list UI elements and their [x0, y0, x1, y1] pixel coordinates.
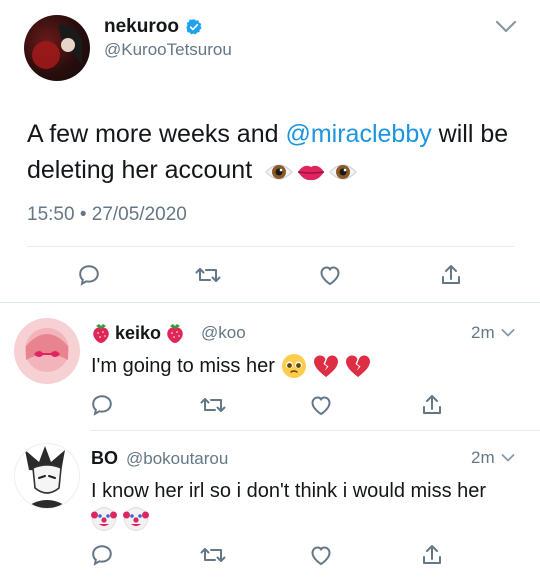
mention-link[interactable]: @miraclebby — [285, 120, 431, 148]
heart-icon — [320, 266, 340, 285]
avatar-art-icon — [25, 328, 69, 372]
verified-badge-icon — [186, 19, 202, 35]
reply-time[interactable]: 2m — [471, 448, 495, 468]
like-button[interactable] — [306, 392, 336, 418]
reply-icon — [79, 265, 99, 286]
divider — [27, 246, 514, 247]
reply-author-handle[interactable]: @koo — [201, 323, 246, 343]
retweet-icon — [200, 398, 226, 412]
reply-text: I'm going to miss her — [91, 354, 275, 377]
reply-icon — [92, 395, 112, 416]
broken-heart-emoji-icon — [313, 355, 338, 377]
reply-text: I know her irl so i don't think i would … — [91, 480, 487, 502]
avatar-art-icon — [32, 24, 82, 69]
like-button[interactable] — [306, 542, 336, 568]
share-button[interactable] — [417, 542, 447, 568]
reply-icon — [92, 545, 112, 566]
like-button[interactable] — [315, 262, 345, 288]
lips-emoji-icon — [298, 165, 325, 181]
reply-button[interactable] — [74, 262, 104, 288]
reply-avatar-keiko[interactable] — [14, 318, 80, 384]
retweet-button[interactable] — [193, 262, 223, 288]
main-author-name[interactable]: nekuroo — [104, 16, 179, 38]
broken-heart-emoji-icon — [345, 355, 370, 377]
pleading-face-emoji-icon — [281, 354, 306, 378]
eye-emoji-icon — [265, 164, 293, 180]
share-button[interactable] — [417, 392, 447, 418]
main-author-avatar[interactable] — [24, 15, 90, 81]
share-icon — [423, 545, 441, 564]
reply-author-handle[interactable]: @bokoutarou — [126, 449, 228, 469]
reply-body: I'm going to miss her — [91, 353, 371, 379]
chevron-down-icon[interactable] — [495, 20, 517, 34]
clown-face-emoji-icon — [91, 507, 117, 531]
reply-time[interactable]: 2m — [471, 323, 495, 343]
section-divider — [0, 302, 540, 303]
chevron-down-icon[interactable] — [501, 328, 515, 338]
retweet-button[interactable] — [198, 392, 228, 418]
reply-author-name[interactable]: BO — [91, 448, 118, 469]
strawberry-icon — [167, 324, 183, 343]
retweet-icon — [195, 268, 221, 282]
retweet-icon — [200, 548, 226, 562]
reply-avatar-bo[interactable] — [14, 443, 80, 509]
main-author-handle[interactable]: @KurooTetsurou — [104, 40, 232, 60]
heart-icon — [311, 396, 331, 415]
eye-emoji-icon — [329, 164, 357, 180]
retweet-button[interactable] — [198, 542, 228, 568]
chevron-down-icon[interactable] — [501, 453, 515, 463]
heart-icon — [311, 546, 331, 565]
divider — [90, 430, 540, 431]
reply-author-name[interactable]: keiko — [115, 323, 161, 344]
main-tweet-text: A few more weeks and @miraclebby will be… — [27, 116, 517, 188]
avatar-art-icon — [25, 446, 69, 508]
share-button[interactable] — [436, 262, 466, 288]
clown-face-emoji-icon — [123, 507, 149, 531]
share-icon — [423, 395, 441, 414]
reply-button[interactable] — [87, 542, 117, 568]
share-icon — [442, 265, 460, 284]
reply-button[interactable] — [87, 392, 117, 418]
emoji-group — [91, 505, 149, 531]
tweet-text-part1: A few more weeks and — [27, 120, 286, 148]
tweet-timestamp[interactable]: 15:50 • 27/05/2020 — [27, 204, 187, 226]
strawberry-icon — [93, 324, 109, 343]
emoji-group — [265, 160, 357, 184]
